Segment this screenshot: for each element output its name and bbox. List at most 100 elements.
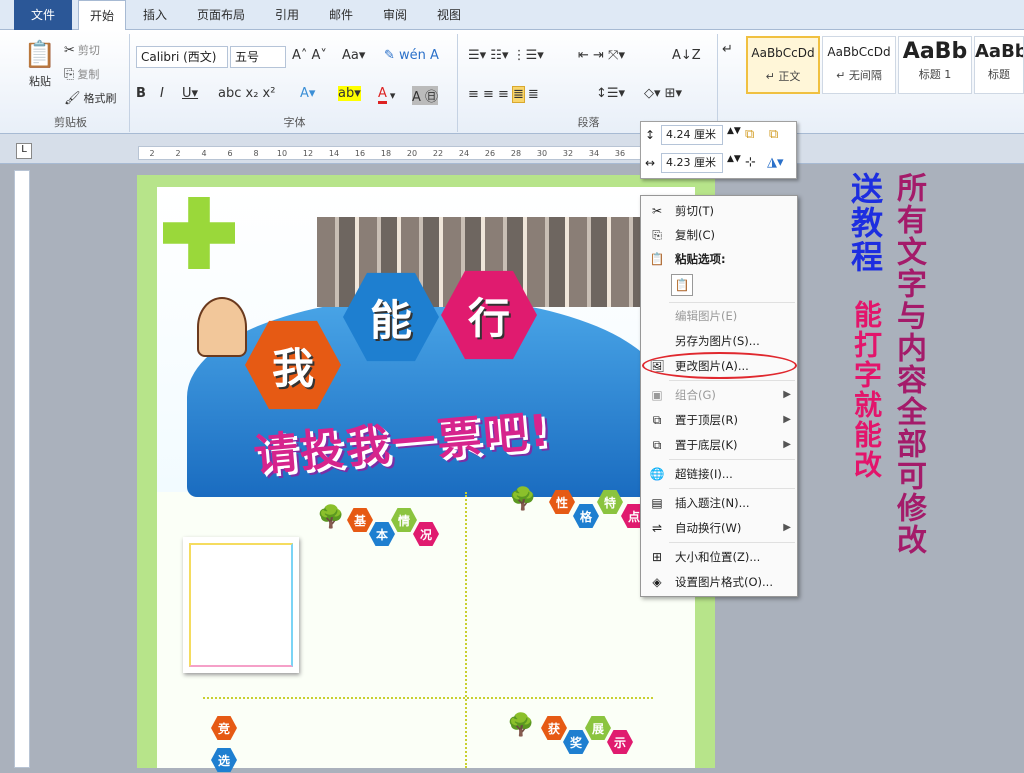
change-case-button[interactable]: Aa▾: [342, 48, 365, 63]
submenu-arrow-icon: ▶: [783, 389, 791, 400]
shading-border-buttons[interactable]: ◇▾ ⊞▾: [644, 86, 682, 101]
section-award-hex: 示: [607, 730, 633, 754]
tab-home[interactable]: 开始: [78, 0, 126, 31]
menu-copy[interactable]: ⎘ 复制(C): [641, 223, 797, 247]
underline-icon: U▾: [182, 86, 199, 101]
change-case-icon: Aa▾: [342, 48, 366, 63]
scissors-icon: ✂: [651, 204, 663, 218]
sort-button[interactable]: A↓Z: [672, 48, 701, 63]
format-picture-icon: ◈: [652, 575, 662, 589]
paste-button[interactable]: 📋 粘贴: [22, 40, 58, 89]
line-spacing-button[interactable]: ↕☰▾: [596, 86, 625, 101]
grow-shrink-font-buttons[interactable]: A˄ A˅: [292, 48, 327, 63]
style-name: ↵ 无间隔: [836, 69, 882, 82]
vertical-ruler[interactable]: [14, 170, 30, 768]
menu-cut[interactable]: ✂ 剪切(T): [641, 199, 797, 223]
menu-paste-options: 📋 粘贴选项:: [641, 247, 797, 271]
tab-selector[interactable]: L: [16, 143, 32, 159]
shape-width-field[interactable]: 4.23 厘米: [661, 153, 723, 173]
underline-button[interactable]: U▾: [182, 86, 198, 101]
copy-button[interactable]: ⎘ 复制: [64, 66, 99, 82]
tab-mailings[interactable]: 邮件: [318, 0, 364, 30]
cut-button[interactable]: ✂ 剪切: [64, 42, 100, 58]
send-backward-icon[interactable]: ⧉: [769, 127, 778, 142]
menu-bring-to-front[interactable]: ⧉ 置于顶层(R) ▶: [641, 408, 797, 432]
menu-size-position[interactable]: ⊞ 大小和位置(Z)...: [641, 545, 797, 569]
size-position-icon: ⊞: [651, 550, 663, 564]
divider-vertical: [465, 492, 467, 768]
tab-insert[interactable]: 插入: [132, 0, 178, 30]
char-shading-button[interactable]: A ㊐: [412, 86, 439, 105]
bring-to-front-icon: ⧉: [652, 413, 662, 427]
brush-icon: 🖌: [64, 90, 81, 106]
align-buttons[interactable]: ≡ ≡ ≡ ≣ ≣: [468, 86, 539, 103]
menu-label: 编辑图片(E): [675, 309, 738, 323]
width-spinner[interactable]: ▲▼: [727, 154, 741, 164]
justify-icon: ≣: [511, 86, 525, 103]
highlight-button[interactable]: ab▾: [338, 86, 361, 101]
font-group: Calibri (西文) 五号 A˄ A˅ Aa▾ ✎ wén A B I U▾…: [132, 34, 458, 132]
clear-format-button[interactable]: ✎ wén A: [384, 48, 439, 63]
shape-height-field[interactable]: 4.24 厘米: [661, 125, 723, 145]
ruler-tick-label: 16: [354, 148, 366, 158]
highlight-icon: ab▾: [338, 86, 361, 101]
ruler-tick-label: 12: [302, 148, 314, 158]
tree-icon: 🌳: [317, 505, 345, 530]
format-painter-button[interactable]: 🖌 格式刷: [64, 90, 117, 106]
poster-banner[interactable]: 我 能 行 请投我一票吧!: [157, 187, 695, 497]
photo-frame[interactable]: [183, 537, 299, 673]
poster-area: 我 能 行 请投我一票吧! 🌳 基 本 情 况 🌳 性 格 特 点 竞 选 🌳 …: [157, 187, 695, 772]
text-effects-button[interactable]: A▾: [300, 86, 315, 101]
font-name-select[interactable]: Calibri (西文): [136, 46, 228, 68]
ruler-tick-label: 24: [458, 148, 470, 158]
menu-send-to-back[interactable]: ⧉ 置于底层(K) ▶: [641, 433, 797, 457]
cut-label: 剪切: [77, 44, 100, 57]
style-sample: AaBbCcDd: [751, 46, 815, 60]
menu-hyperlink[interactable]: 🌐 超链接(I)...: [641, 462, 797, 486]
caption-icon: ▤: [651, 496, 663, 510]
style-normal[interactable]: AaBbCcDd ↵ 正文: [746, 36, 820, 94]
side-text-tutorial: 送教程: [846, 172, 884, 274]
tab-references[interactable]: 引用: [264, 0, 310, 30]
menu-insert-caption[interactable]: ▤ 插入题注(N)...: [641, 491, 797, 515]
font-color-button[interactable]: A ▾: [378, 86, 395, 104]
ruler-ticks: 224681012141618202224262830323436384042: [139, 147, 717, 159]
tab-review[interactable]: 审阅: [372, 0, 418, 30]
horizontal-ruler[interactable]: 224681012141618202224262830323436384042: [138, 146, 718, 160]
section-award-hex: 奖: [563, 730, 589, 754]
height-icon: ↕: [645, 128, 656, 142]
wrap-text-icon[interactable]: ◮▾: [767, 155, 784, 170]
indent-buttons[interactable]: ⇤ ⇥ ⤧▾: [578, 48, 625, 63]
menu-label: 自动换行(W): [675, 521, 742, 535]
style-title[interactable]: AaBb 标题: [974, 36, 1024, 94]
menu-separator: [669, 380, 795, 381]
photo-inner-border: [189, 543, 293, 667]
strike-sub-sup-buttons[interactable]: abc x₂ x²: [218, 86, 275, 101]
style-heading-1[interactable]: AaBb 标题 1: [898, 36, 972, 94]
height-spinner[interactable]: ▲▼: [727, 126, 741, 136]
list-buttons[interactable]: ☰▾ ☷▾ ⋮☰▾: [468, 48, 544, 63]
bold-button[interactable]: B: [136, 86, 146, 101]
bullets-icon: ☰▾ ☷▾ ⋮☰▾: [468, 48, 544, 63]
document-page[interactable]: 我 能 行 请投我一票吧! 🌳 基 本 情 况 🌳 性 格 特 点 竞 选 🌳 …: [137, 175, 715, 772]
show-marks-button[interactable]: ↵: [722, 42, 733, 57]
distribute-icon: ≣: [527, 87, 539, 102]
section-award-hex: 获: [541, 716, 567, 740]
menu-wrap-text[interactable]: ⇌ 自动换行(W) ▶: [641, 516, 797, 540]
paste-keep-format-button[interactable]: 📋: [671, 274, 693, 296]
tab-file[interactable]: 文件: [14, 0, 72, 30]
menu-save-as-picture[interactable]: 另存为图片(S)...: [641, 329, 797, 353]
tab-view[interactable]: 视图: [426, 0, 472, 30]
menu-edit-picture[interactable]: 编辑图片(E): [641, 304, 797, 328]
italic-button[interactable]: I: [160, 86, 164, 101]
menu-format-picture[interactable]: ◈ 设置图片格式(O)...: [641, 570, 797, 594]
bring-forward-icon[interactable]: ⧉: [745, 127, 754, 142]
tab-page-layout[interactable]: 页面布局: [186, 0, 256, 30]
font-size-select[interactable]: 五号: [230, 46, 286, 68]
style-no-spacing[interactable]: AaBbCcDd ↵ 无间隔: [822, 36, 896, 94]
ruler-tick-label: 20: [406, 148, 418, 158]
section-campaign-hex: 选: [211, 748, 237, 772]
crop-icon[interactable]: ⊹: [745, 155, 756, 170]
menu-group[interactable]: ▣ 组合(G) ▶: [641, 383, 797, 407]
menu-separator: [669, 488, 795, 489]
